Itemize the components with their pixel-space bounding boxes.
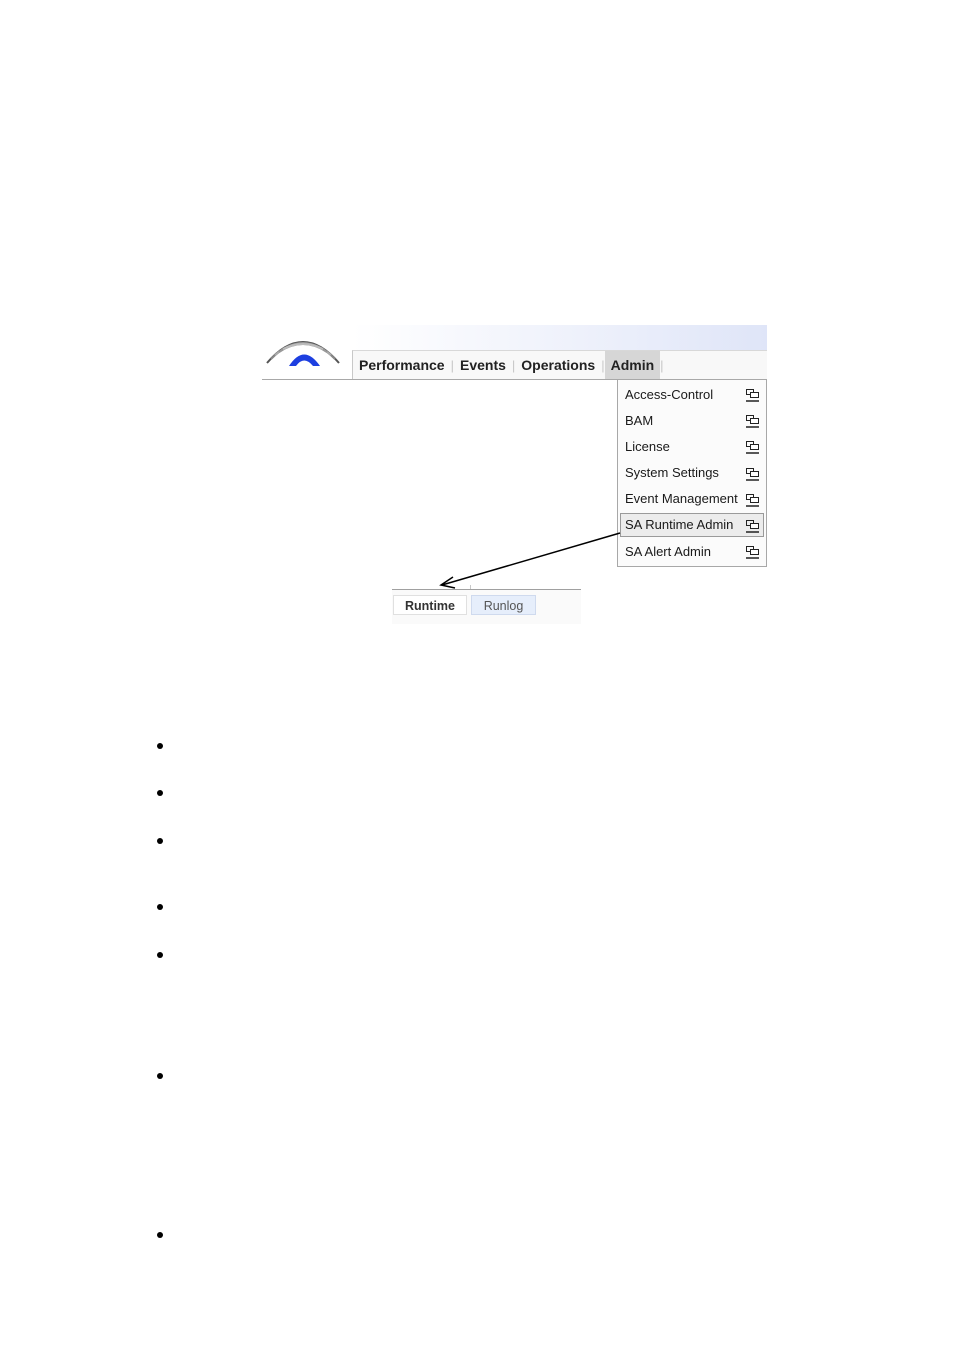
nav-events[interactable]: Events [454, 351, 512, 379]
menu-item-label: SA Runtime Admin [625, 517, 734, 533]
menu-item-bam[interactable]: BAM [620, 408, 764, 432]
menu-item-label: Access-Control [625, 386, 714, 402]
list-bullet [157, 1232, 163, 1238]
menu-item-label: System Settings [625, 465, 719, 481]
menu-item-access-control[interactable]: Access-Control [620, 382, 764, 406]
menu-item-label: Event Management [625, 491, 738, 507]
menu-item-system-settings[interactable]: System Settings [620, 461, 764, 485]
open-window-icon [746, 415, 759, 428]
list-bullet [157, 952, 163, 958]
open-window-icon [746, 389, 759, 402]
admin-dropdown-menu: Access-Control BAM License System Settin… [617, 379, 767, 567]
tab-strip-border [392, 589, 581, 590]
tab-runtime[interactable]: Runtime [393, 595, 467, 615]
nav-operations[interactable]: Operations [515, 351, 601, 379]
menu-item-sa-alert-admin[interactable]: SA Alert Admin [620, 539, 764, 563]
tab-strip-tick [470, 585, 471, 589]
list-bullet [157, 904, 163, 910]
menu-item-sa-runtime-admin[interactable]: SA Runtime Admin [620, 512, 764, 537]
list-bullet [157, 838, 163, 844]
list-bullet [157, 790, 163, 796]
nav-separator: | [660, 357, 664, 373]
menu-item-label: License [625, 438, 670, 454]
menu-item-label: BAM [625, 412, 654, 428]
open-window-icon [746, 493, 759, 507]
menu-item-label: SA Alert Admin [625, 543, 711, 559]
menu-item-license[interactable]: License [620, 434, 764, 458]
app-logo-icon [266, 341, 340, 366]
nav-performance[interactable]: Performance [353, 351, 451, 379]
ui-screenshot: Performance | Events | Operations | Admi… [262, 325, 767, 625]
nav-admin[interactable]: Admin [604, 351, 661, 379]
list-bullet [157, 743, 163, 749]
main-nav: Performance | Events | Operations | Admi… [352, 350, 767, 379]
tab-runlog[interactable]: Runlog [471, 595, 536, 615]
menu-item-event-management[interactable]: Event Management [620, 487, 764, 511]
open-window-icon [746, 467, 759, 481]
open-window-icon [746, 441, 759, 455]
header-gradient [352, 325, 767, 350]
header-divider [262, 379, 618, 380]
list-bullet [157, 1073, 163, 1079]
open-window-icon [746, 519, 759, 533]
open-window-icon [746, 546, 759, 559]
